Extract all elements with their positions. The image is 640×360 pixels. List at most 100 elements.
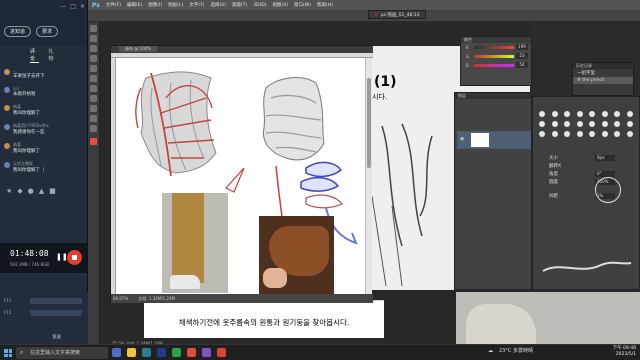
brush-preset[interactable] — [539, 111, 545, 117]
record-app-icon[interactable] — [217, 348, 226, 357]
gift-icon[interactable]: ◆ — [17, 187, 22, 195]
setting-field[interactable] — [30, 310, 82, 316]
setting-field[interactable] — [30, 298, 82, 304]
layer-item[interactable]: ◉ — [457, 131, 531, 149]
menu-edit[interactable]: 编辑(E) — [127, 2, 142, 8]
type-tool-icon[interactable] — [90, 105, 97, 112]
brush-preset[interactable] — [589, 131, 595, 137]
menu-layer[interactable]: 图层(L) — [168, 2, 183, 8]
brush-preset[interactable] — [589, 121, 595, 127]
brush-preset[interactable] — [551, 111, 558, 117]
brush-preset[interactable] — [551, 131, 558, 137]
windows-start-icon[interactable] — [4, 349, 12, 357]
brush-preset[interactable] — [539, 121, 545, 127]
weather-text[interactable]: 23°C 多雲時晴 — [499, 347, 533, 354]
edge-icon[interactable] — [142, 348, 151, 357]
drawing-canvas[interactable] — [116, 58, 365, 294]
brush-preset[interactable] — [601, 111, 608, 117]
move-tool-icon[interactable] — [90, 25, 97, 32]
star-icon[interactable]: ★ — [6, 187, 12, 195]
slider-value[interactable]: 199 — [516, 44, 528, 50]
brush-angle-field[interactable]: 0° — [595, 171, 615, 177]
eye-icon[interactable]: ◉ — [460, 136, 464, 142]
menu-file[interactable]: 文件(F) — [106, 2, 121, 8]
zoom-level[interactable]: 66.67% — [113, 296, 128, 301]
brush-angle-dial[interactable] — [595, 177, 621, 203]
app-icon[interactable] — [202, 348, 211, 357]
vertical-scrollbar[interactable] — [365, 58, 372, 294]
brush-preset[interactable] — [601, 131, 608, 137]
minimize-icon[interactable]: — — [60, 3, 66, 10]
menu-type[interactable]: 文字(Y) — [189, 2, 204, 8]
stream-button-1[interactable]: 进知道 — [4, 26, 32, 37]
brush-preset[interactable] — [576, 131, 583, 137]
photoshop-icon[interactable] — [157, 348, 166, 357]
history-item[interactable]: # the pencil — [573, 77, 633, 84]
menu-select[interactable]: 选择(S) — [210, 2, 225, 8]
brush-preset[interactable] — [614, 121, 620, 127]
maximize-icon[interactable]: □ — [70, 3, 76, 10]
crop-tool-icon[interactable] — [90, 55, 97, 62]
lasso-tool-icon[interactable] — [90, 45, 97, 52]
color-slider-b[interactable]: B 54 — [464, 62, 528, 70]
eraser-tool-icon[interactable] — [90, 75, 97, 82]
brush-preset[interactable] — [614, 111, 620, 117]
brush-preset[interactable] — [551, 121, 558, 127]
clock[interactable]: 下午 09:48 2023/5/1 — [600, 346, 636, 358]
stream-button-2[interactable]: 要求 — [35, 26, 58, 37]
menu-3d[interactable]: 3D(D) — [253, 3, 266, 8]
marquee-tool-icon[interactable] — [90, 35, 97, 42]
slider-value[interactable]: 54 — [516, 62, 528, 68]
pen-tool-icon[interactable] — [90, 95, 97, 102]
brush-tool-icon[interactable] — [90, 65, 97, 72]
stream-toolbar: ★ ◆ ● ▲ ■ — [0, 187, 87, 195]
zoom-tool-icon[interactable] — [90, 125, 97, 132]
brush-preset[interactable] — [626, 111, 633, 117]
brush-preset[interactable] — [601, 121, 608, 127]
menu-help[interactable]: 帮助(H) — [317, 2, 333, 8]
history-item[interactable]: 一组字里 — [573, 69, 633, 77]
more-icon[interactable]: ■ — [49, 187, 56, 195]
chrome-icon[interactable] — [187, 348, 196, 357]
file-explorer-icon[interactable] — [127, 348, 136, 357]
gradient-tool-icon[interactable] — [90, 85, 97, 92]
color-slider-r[interactable]: R 199 — [464, 44, 528, 52]
send-button[interactable]: 发送 — [52, 334, 61, 340]
menu-filter[interactable]: 滤镜(T) — [232, 2, 247, 8]
line-icon[interactable] — [172, 348, 181, 357]
brush-preset[interactable] — [576, 111, 583, 117]
brush-preset[interactable] — [576, 121, 583, 127]
brush-preset[interactable] — [564, 121, 570, 127]
weather-icon[interactable]: ☁ — [488, 348, 493, 354]
slider-value[interactable]: 53 — [516, 53, 528, 59]
menu-window[interactable]: 窗口(W) — [294, 2, 311, 8]
brush-preset[interactable] — [564, 131, 570, 137]
menu-view[interactable]: 视图(V) — [272, 2, 288, 8]
brush-preset[interactable] — [589, 111, 595, 117]
main-document-tab[interactable]: 画布 @ 100% — [111, 46, 373, 53]
brush-preset[interactable] — [614, 131, 620, 137]
close-icon[interactable]: ✕ — [80, 3, 85, 10]
brush-size-field[interactable]: 9px — [595, 155, 615, 161]
chat-icon[interactable]: ● — [28, 187, 34, 195]
menu-image[interactable]: 图像(I) — [148, 2, 162, 8]
foreground-color-swatch[interactable] — [90, 138, 97, 145]
share-icon[interactable]: ▲ — [39, 187, 44, 195]
hand-tool-icon[interactable] — [90, 115, 97, 122]
taskbar-search[interactable]: ⌕ 在这里输入文字来搜索 — [16, 347, 108, 359]
brush-preset[interactable] — [539, 131, 545, 137]
pause-icon[interactable]: ❚❚ — [56, 253, 68, 261]
brush-preset[interactable] — [626, 131, 633, 137]
scrollbar-thumb[interactable] — [367, 78, 371, 168]
brush-preset[interactable] — [564, 111, 570, 117]
tab-gifts[interactable]: 礼物 — [49, 48, 58, 63]
color-slider-g[interactable]: G 53 — [464, 53, 528, 61]
stop-record-button[interactable] — [67, 250, 82, 265]
window-controls: — □ ✕ — [60, 3, 85, 10]
setting-label: 翻转X — [549, 164, 562, 169]
task-view-icon[interactable] — [112, 348, 121, 357]
document-tab[interactable]: ✕ ps 图画_01_48:10 — [368, 10, 426, 19]
close-icon[interactable]: ✕ — [374, 13, 378, 18]
brush-preset[interactable] — [626, 121, 633, 127]
tab-comments[interactable]: 评论 — [30, 48, 39, 63]
